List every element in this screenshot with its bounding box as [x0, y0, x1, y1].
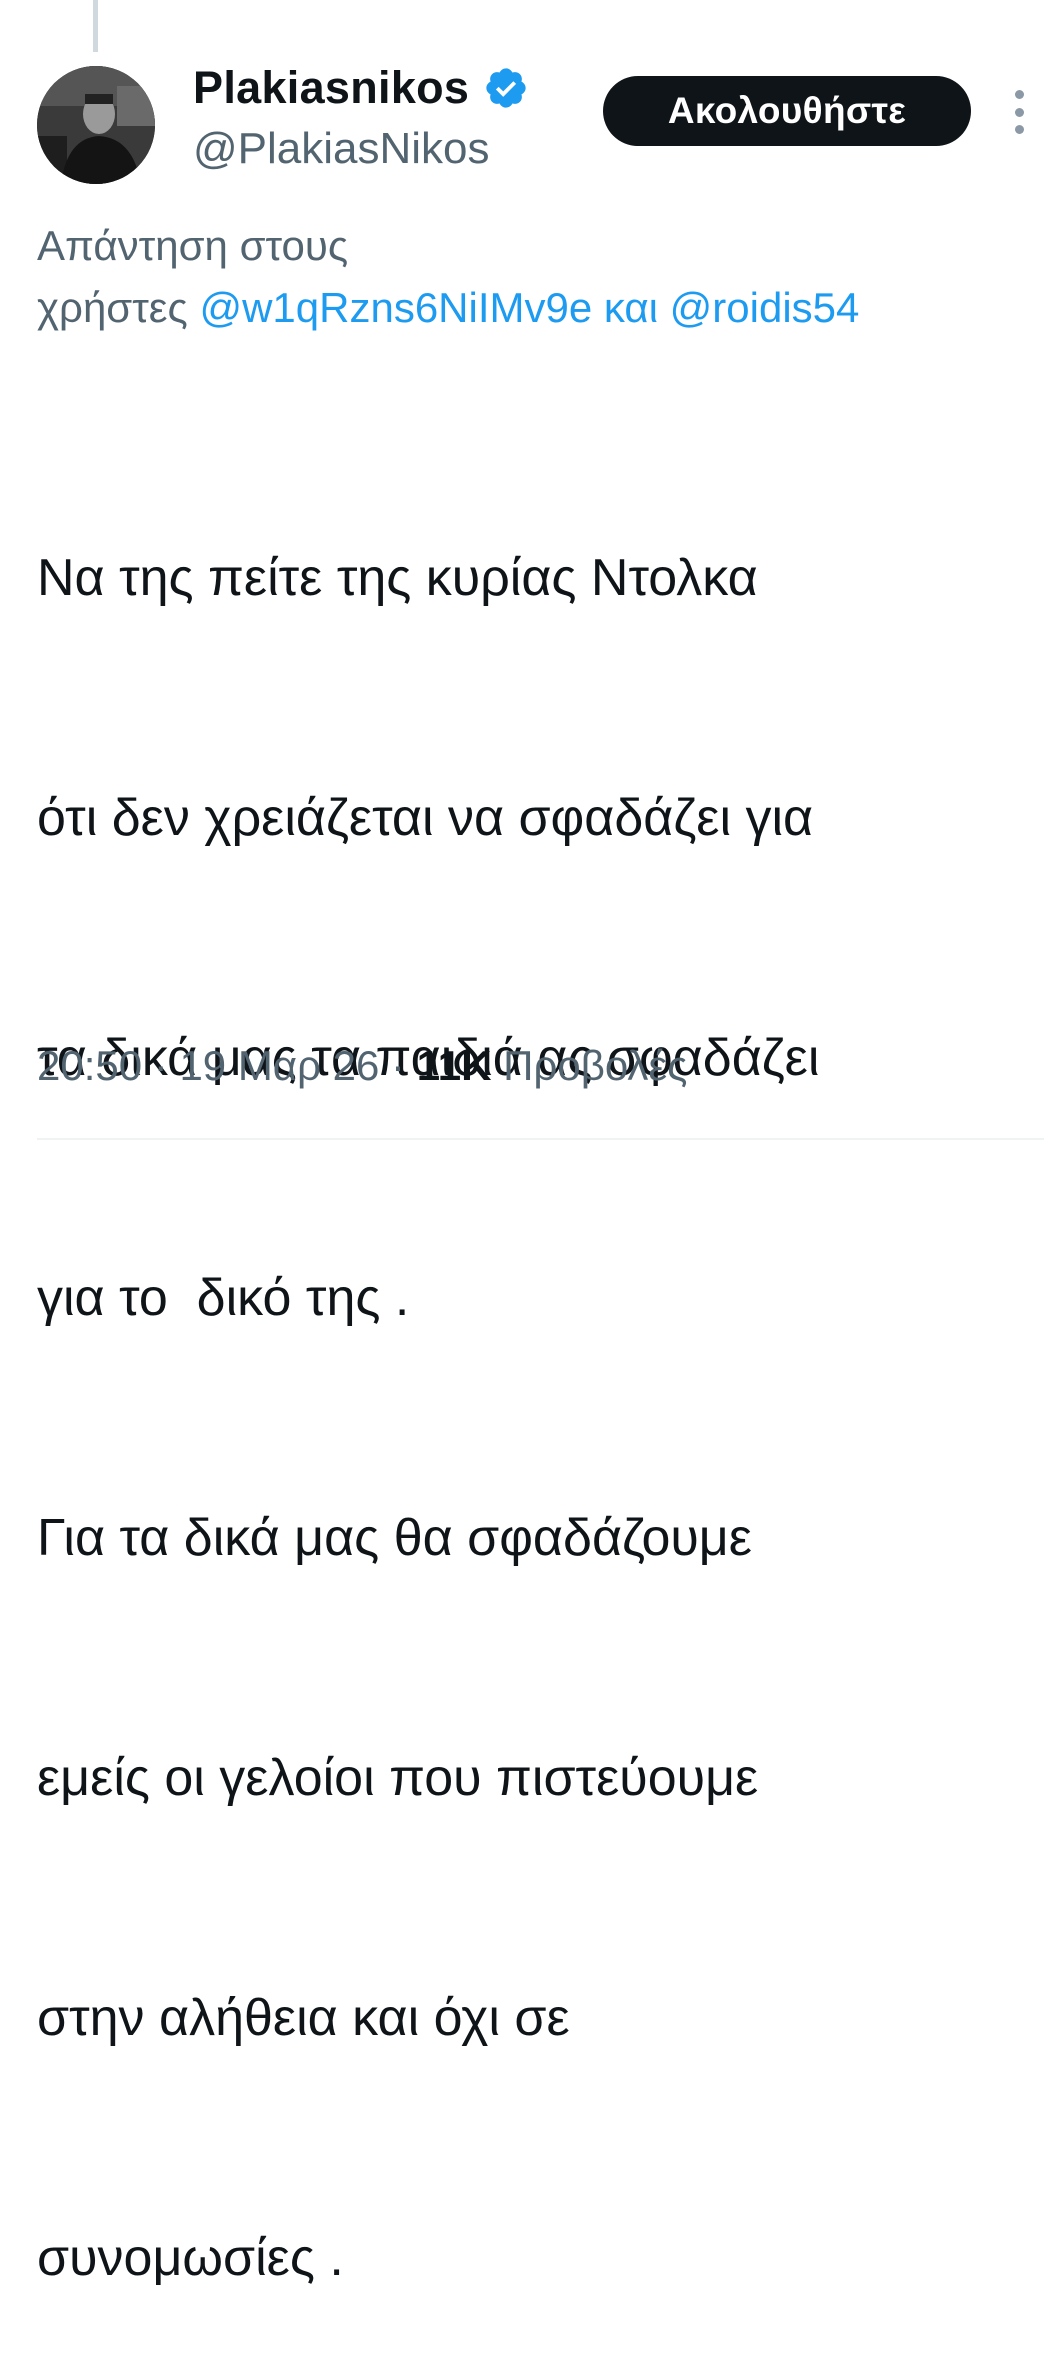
reply-prefix-line2: χρήστες — [37, 284, 200, 331]
reply-line2: χρήστες @w1qRzns6NiIMv9e και @roidis54 — [37, 277, 1054, 339]
avatar-photo — [37, 66, 155, 184]
tweet-line: ότι δεν χρειάζεται να σφαδάζει για — [37, 789, 814, 847]
tweet-line: για το δικό της . — [37, 1269, 410, 1327]
author-handle[interactable]: @PlakiasNikos — [193, 124, 490, 174]
tweet-line: Να της πείτε της κυρίας Ντολκα — [37, 549, 758, 607]
mention-link[interactable]: @roidis54 — [670, 284, 860, 331]
avatar[interactable] — [37, 66, 155, 184]
tweet-line: συνομωσίες . — [37, 2229, 344, 2287]
more-dot — [1014, 90, 1024, 99]
views-label: Προβολές — [491, 1042, 688, 1089]
verified-badge-icon — [486, 68, 526, 108]
thread-connector-line — [93, 0, 98, 52]
more-options-icon[interactable] — [1004, 90, 1034, 134]
tweet-time[interactable]: 20:50 — [37, 1042, 142, 1089]
author-name-row: Plakiasnikos — [193, 62, 529, 114]
tweet-meta: 20:50 · 19 Μαρ 26 · 11K Προβολές — [37, 1042, 687, 1090]
reply-context: Απάντηση στους χρήστες @w1qRzns6NiIMv9e … — [37, 215, 1054, 339]
tweet-line: Για τα δικά μας θα σφαδάζουμε — [37, 1509, 752, 1567]
tweet-line: στην αλήθεια και όχι σε — [37, 1989, 570, 2047]
tweet-text: Να της πείτε της κυρίας Ντολκα ότι δεν χ… — [37, 378, 1037, 2372]
tweet-date[interactable]: 19 Μαρ 26 — [179, 1042, 379, 1089]
divider — [37, 1138, 1044, 1140]
more-dot — [1014, 125, 1024, 134]
more-dot — [1014, 107, 1024, 117]
reply-conjunction: και — [592, 284, 670, 331]
follow-button[interactable]: Ακολουθήστε — [603, 76, 971, 146]
tweet-line: εμείς οι γελοίοι που πιστεύουμε — [37, 1749, 759, 1807]
meta-separator: · — [142, 1042, 180, 1089]
views-count: 11K — [416, 1042, 492, 1089]
author-display-name[interactable]: Plakiasnikos — [193, 62, 469, 114]
reply-prefix-line1: Απάντηση στους — [37, 222, 349, 269]
meta-separator: · — [379, 1042, 417, 1089]
mention-link[interactable]: @w1qRzns6NiIMv9e — [199, 284, 592, 331]
